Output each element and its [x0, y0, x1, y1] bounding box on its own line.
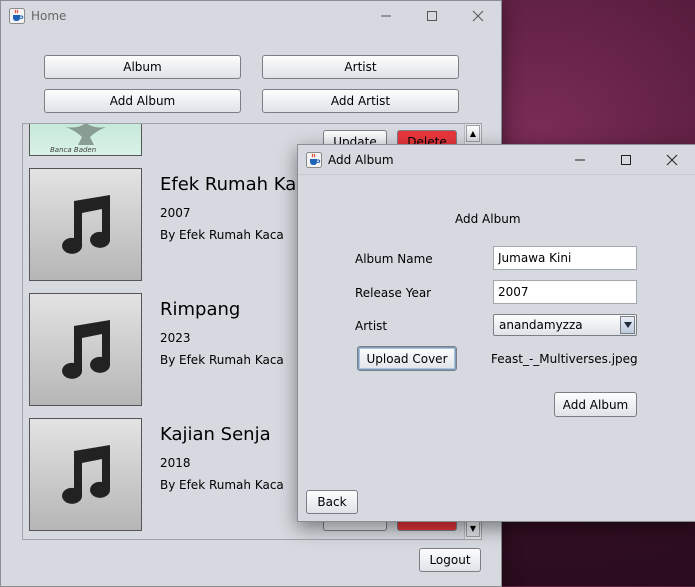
album-button[interactable]: Album [44, 55, 241, 79]
chevron-down-icon[interactable] [620, 316, 635, 334]
album-artist: Efek Rumah Kaca [179, 353, 284, 367]
close-icon[interactable] [649, 145, 695, 174]
cover-file-name: Feast_-_Multiverses.jpeg [491, 352, 638, 366]
tree-illustration-icon [65, 124, 106, 145]
album-title: Rimpang [160, 299, 241, 320]
home-titlebar[interactable]: Home [1, 1, 501, 30]
album-cover [29, 293, 142, 406]
add-album-dialog: Add Album Add Album Album Name Release Y… [297, 144, 695, 522]
album-year: 2007 [160, 206, 191, 220]
album-by-label: By [160, 228, 176, 242]
dialog-title: Add Album [328, 152, 394, 167]
add-album-submit-button[interactable]: Add Album [554, 392, 637, 417]
music-note-icon [61, 194, 110, 254]
logout-button[interactable]: Logout [419, 548, 481, 572]
scroll-up-icon[interactable]: ▲ [466, 125, 480, 142]
artist-select[interactable]: anandamyzza [493, 314, 637, 336]
add-artist-button[interactable]: Add Artist [262, 89, 459, 113]
album-title: Efek Rumah Kaca [160, 174, 318, 195]
album-year: 2023 [160, 331, 191, 345]
album-artist: Efek Rumah Kaca [179, 228, 284, 242]
release-year-input[interactable] [493, 280, 637, 304]
music-note-icon [61, 444, 110, 504]
maximize-icon[interactable] [409, 1, 455, 30]
album-by-label: By [160, 478, 176, 492]
home-title: Home [31, 8, 67, 23]
album-name-input[interactable] [493, 246, 637, 270]
artist-button[interactable]: Artist [262, 55, 459, 79]
close-icon[interactable] [455, 1, 501, 30]
music-note-icon [61, 319, 110, 379]
dialog-heading: Add Album [455, 212, 521, 226]
upload-cover-button[interactable]: Upload Cover [357, 346, 457, 371]
album-cover-top: Banca Baden [29, 124, 142, 156]
album-name-label: Album Name [355, 252, 433, 266]
album-cover [29, 168, 142, 281]
minimize-icon[interactable] [557, 145, 603, 174]
album-cover [29, 418, 142, 531]
java-cup-icon [9, 7, 25, 24]
minimize-icon[interactable] [363, 1, 409, 30]
scroll-down-icon[interactable]: ▼ [466, 520, 480, 537]
album-by-label: By [160, 353, 176, 367]
album-title: Kajian Senja [160, 424, 271, 445]
album-cover-top-text: Banca Baden [50, 146, 97, 154]
maximize-icon[interactable] [603, 145, 649, 174]
artist-select-value: anandamyzza [499, 318, 583, 332]
add-album-button[interactable]: Add Album [44, 89, 241, 113]
album-year: 2018 [160, 456, 191, 470]
artist-label: Artist [355, 319, 388, 333]
dialog-titlebar[interactable]: Add Album [298, 145, 695, 174]
back-button[interactable]: Back [306, 490, 358, 514]
release-year-label: Release Year [355, 286, 432, 300]
album-artist: Efek Rumah Kaca [179, 478, 284, 492]
java-cup-icon [306, 151, 322, 168]
